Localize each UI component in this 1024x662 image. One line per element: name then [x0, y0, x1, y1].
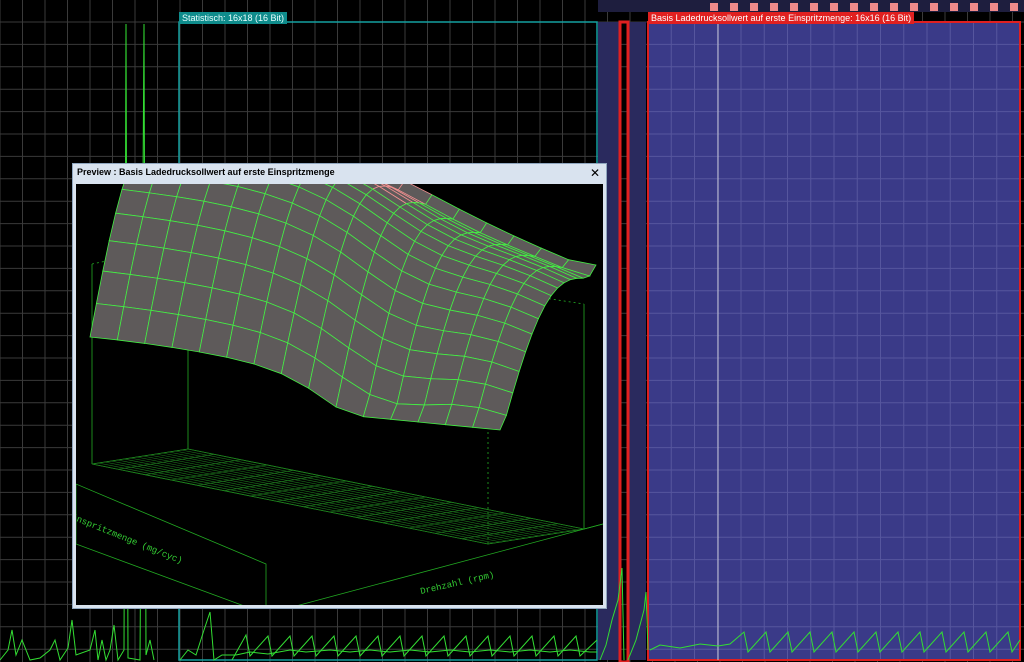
trace-stat: [179, 611, 597, 661]
cell-marker: [790, 3, 798, 11]
preview-axis-rpm-label: Drehzahl (rpm): [419, 570, 495, 597]
floor-line: [91, 448, 189, 465]
floor-line: [162, 452, 559, 534]
floor-line: [435, 518, 532, 534]
cell-marker: [910, 3, 918, 11]
cell-marker: [870, 3, 878, 11]
floor-line: [276, 486, 373, 502]
floor-line: [104, 461, 501, 543]
cell-marker: [1010, 3, 1018, 11]
floor-line: [168, 451, 565, 533]
floor-line: [111, 460, 508, 542]
floor-line: [408, 512, 505, 529]
floor-line: [461, 523, 558, 539]
statistic-map-label[interactable]: Statistisch: 16x18 (16 Bit): [179, 12, 288, 24]
preview-floor-grid: [91, 448, 585, 545]
cell-marker: [830, 3, 838, 11]
cell-marker: [730, 3, 738, 11]
cell-marker: [990, 3, 998, 11]
cell-marker: [710, 3, 718, 11]
close-icon[interactable]: ✕: [588, 165, 602, 181]
cell-marker: [970, 3, 978, 11]
floor-line: [118, 454, 215, 470]
floor-line: [250, 480, 347, 497]
cell-marker: [930, 3, 938, 11]
red-marker-column[interactable]: [618, 20, 630, 662]
preview-window[interactable]: Preview : Basis Ladedrucksollwert auf er…: [72, 163, 607, 609]
floor-line: [303, 491, 400, 507]
preview-titlebar[interactable]: Preview : Basis Ladedrucksollwert auf er…: [73, 164, 606, 183]
floor-line: [117, 459, 514, 541]
floor-line: [175, 450, 572, 532]
floor-line: [155, 453, 553, 535]
trace-sawtooth-stat: [231, 633, 598, 661]
cell-marker: [750, 3, 758, 11]
preview-title: Preview : Basis Ladedrucksollwert auf er…: [77, 167, 335, 177]
floor-line: [197, 470, 294, 486]
floor-line: [149, 454, 546, 536]
floor-line: [181, 449, 578, 531]
preview-axis-injection-label: Einspritzmenge (mg/cyc): [76, 511, 184, 567]
floor-line: [130, 457, 527, 539]
floor-line: [144, 459, 241, 475]
floor-line: [123, 458, 521, 540]
floor-line: [171, 464, 268, 481]
floor-line: [382, 507, 479, 523]
preview-surface: [89, 184, 597, 431]
floor-line: [223, 475, 321, 491]
cell-marker: [770, 3, 778, 11]
gap-strip-right: [628, 22, 646, 660]
cell-marker: [890, 3, 898, 11]
floor-line: [91, 463, 489, 545]
floor-line: [98, 462, 495, 544]
cell-marker: [950, 3, 958, 11]
basis-map-label[interactable]: Basis Ladedrucksollwert auf erste Einspr…: [648, 12, 915, 24]
cell-marker: [810, 3, 818, 11]
floor-line: [143, 455, 540, 537]
preview-3d-view[interactable]: Drehzahl (rpm) Einspritzmenge (mg/cyc): [76, 184, 603, 605]
floor-line: [329, 496, 426, 513]
floor-line: [187, 448, 585, 530]
floor-line: [355, 502, 453, 518]
cell-marker: [850, 3, 858, 11]
floor-line: [136, 456, 533, 538]
